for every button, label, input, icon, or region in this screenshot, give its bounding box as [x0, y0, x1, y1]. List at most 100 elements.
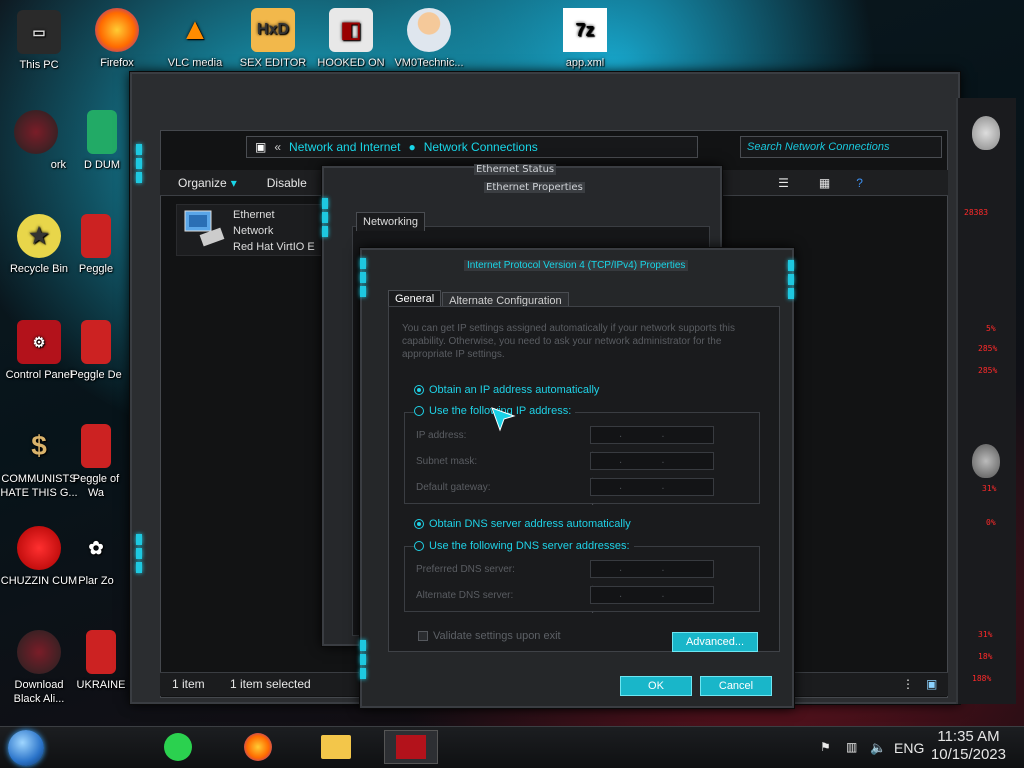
decor-lights [360, 258, 366, 300]
plants-icon: ✿ [88, 537, 104, 558]
mouse-cursor-icon [490, 406, 516, 435]
desktop-icon-ukraine[interactable]: UKRAINE [66, 630, 136, 692]
app-icon: ◧ [329, 8, 373, 52]
language-indicator[interactable]: ENG [894, 740, 924, 756]
search-input[interactable]: Search Network Connections [740, 136, 942, 158]
readout: 31% [982, 484, 997, 493]
desktop-icon-hxd[interactable]: HxD SEX EDITOR [234, 8, 312, 70]
preview-pane-icon[interactable]: ▦ [819, 176, 830, 190]
ipv4-properties-dialog: Internet Protocol Version 4 (TCP/IPv4) P… [360, 248, 794, 708]
desktop-icon-this-pc[interactable]: ▭ This PC [0, 10, 78, 72]
start-button[interactable] [8, 730, 44, 766]
desktop-icon-d-dum[interactable]: D DUM [72, 110, 132, 172]
taskbar-file-explorer[interactable] [316, 730, 356, 764]
desktop-icon-ork[interactable]: ork [6, 110, 66, 172]
checkbox-label: Validate settings upon exit [433, 630, 561, 642]
alternate-dns-label: Alternate DNS server: [416, 590, 514, 601]
radio-label: Obtain an IP address automatically [429, 384, 600, 396]
network-adapter-icon [181, 207, 227, 251]
radio-label: Obtain DNS server address automatically [429, 518, 631, 530]
cancel-button[interactable]: Cancel [700, 676, 772, 696]
firefox-icon [244, 733, 272, 761]
volume-icon[interactable]: 🔈 [870, 740, 886, 756]
desktop-icon-plants[interactable]: ✿ Plar Zo [66, 526, 126, 588]
back-dialog-title: Ethernet Status [474, 164, 557, 175]
preferred-dns-label: Preferred DNS server: [416, 564, 515, 575]
chevron-down-icon: ▾ [230, 175, 237, 190]
clock[interactable]: 11:35 AM 10/15/2023 [931, 728, 1006, 764]
readout: 285% [978, 344, 998, 353]
taskbar-firefox[interactable] [238, 730, 278, 764]
breadcrumb-separator-icon: ● [408, 140, 416, 154]
readout: 188% [972, 674, 992, 683]
radio-dot [414, 541, 424, 551]
folder-icon [321, 735, 351, 759]
alien-head-icon [972, 116, 1000, 150]
ip-address-input[interactable]: . . . [590, 426, 714, 456]
peggle-icon [81, 320, 111, 364]
dialog-title: Ethernet Properties [484, 182, 585, 193]
disable-button[interactable]: Disable [267, 176, 307, 190]
hxd-icon: HxD [251, 8, 295, 52]
flag-icon[interactable]: ⚑ [820, 740, 831, 754]
desktop-icon-app-xml[interactable]: 7z app.xml [546, 8, 624, 70]
tab-networking[interactable]: Networking [356, 212, 426, 231]
desktop-icon-hooked-on[interactable]: ◧ HOOKED ON [312, 8, 390, 70]
preferred-dns-input[interactable]: . . . [590, 560, 714, 590]
ok-button[interactable]: OK [620, 676, 692, 696]
taskbar-control-panel[interactable] [384, 730, 438, 764]
radio-dot [414, 385, 424, 395]
desktop-icon-peggle-war[interactable]: Peggle of Wa [66, 424, 126, 500]
radio-dot [414, 519, 424, 529]
organize-button[interactable]: Organize [178, 176, 227, 190]
subnet-mask-label: Subnet mask: [416, 456, 478, 467]
desktop-icon-peggle-deluxe[interactable]: Peggle De [66, 320, 126, 382]
intro-text: You can get IP settings assigned automat… [402, 323, 735, 360]
peggle-icon [81, 424, 111, 468]
help-icon[interactable]: ? [856, 176, 863, 190]
subnet-mask-input[interactable]: . . . [590, 452, 714, 482]
dialog-title: Internet Protocol Version 4 (TCP/IPv4) P… [464, 260, 689, 271]
tiles-view-icon[interactable]: ▣ [926, 677, 937, 691]
address-bar[interactable]: ▣ « Network and Internet ● Network Conne… [246, 136, 698, 158]
decor-side-panel: 28383 5% 285% 285% 31% 0% 31% 18% 188% [956, 98, 1016, 704]
use-following-dns-radio[interactable]: Use the following DNS server addresses: [414, 540, 634, 552]
alternate-dns-input[interactable]: . . . [590, 586, 714, 616]
checkbox-box [418, 631, 428, 641]
readout: 18% [978, 652, 993, 661]
clock-time: 11:35 AM [937, 728, 1000, 745]
obtain-ip-auto-radio[interactable]: Obtain an IP address automatically [414, 384, 599, 396]
breadcrumb-network-internet[interactable]: Network and Internet [289, 140, 400, 154]
details-view-icon[interactable]: ⋮ [902, 677, 914, 691]
vlc-icon: ▲ [180, 13, 210, 46]
readout: 31% [978, 630, 993, 639]
peggle-icon [81, 214, 111, 258]
desktop-icon-firefox[interactable]: Firefox [78, 8, 156, 70]
readout: 5% [986, 324, 996, 333]
radio-dot [414, 406, 424, 416]
validate-settings-checkbox[interactable]: Validate settings upon exit [418, 630, 561, 642]
obtain-dns-auto-radio[interactable]: Obtain DNS server address automatically [414, 518, 631, 530]
recycle-bin-icon: ★ [17, 214, 61, 258]
advanced-button[interactable]: Advanced... [672, 632, 758, 652]
decor-lights [136, 534, 142, 576]
app-icon [14, 110, 58, 154]
decor-lights [360, 640, 366, 682]
ethernet-connection-item[interactable]: Ethernet Network Red Hat VirtIO E [176, 204, 326, 256]
desktop-icon-vlc[interactable]: ▲ VLC media [156, 8, 234, 70]
decor-lights [136, 144, 142, 186]
selection-count: 1 item selected [230, 677, 311, 691]
computer-icon: ▭ [17, 10, 61, 54]
taskbar-notes-app[interactable] [158, 730, 198, 764]
network-icon[interactable]: ▥ [846, 740, 857, 754]
7z-icon: 7z [563, 8, 607, 52]
breadcrumb-network-connections[interactable]: Network Connections [424, 140, 538, 154]
readout: 28383 [964, 208, 989, 217]
default-gateway-input[interactable]: . . . [590, 478, 714, 508]
desktop-icon-peggle[interactable]: Peggle [66, 214, 126, 276]
clock-date: 10/15/2023 [930, 746, 1006, 763]
view-options-icon[interactable]: ☰ [778, 176, 789, 190]
network-folder-icon: ▣ [255, 140, 267, 154]
desktop-icon-vm0[interactable]: VM0Technic... [390, 8, 468, 70]
doctor-icon [407, 8, 451, 52]
